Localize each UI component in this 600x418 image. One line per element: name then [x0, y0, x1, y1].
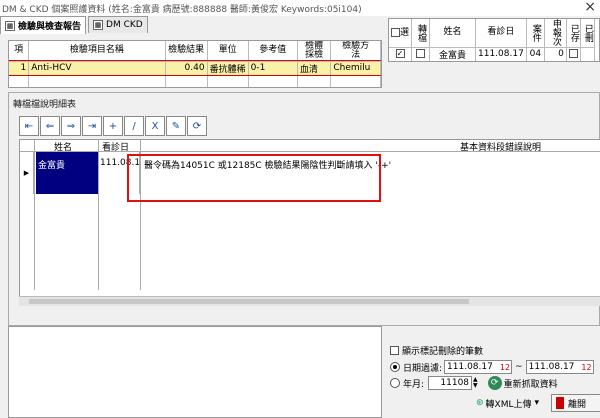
grid-divider: [34, 140, 35, 290]
last-record-icon[interactable]: ⇥: [82, 116, 102, 136]
date-filter-label: 日期過濾:: [403, 363, 443, 374]
tab-strip: ▦ 檢驗與檢查報告 ▦ DM CKD: [0, 16, 150, 34]
col-header: 參考值: [248, 41, 298, 62]
col-header: 案件: [526, 19, 545, 48]
cell-count: 0: [544, 47, 567, 61]
cell-result: 0.40: [165, 61, 208, 76]
year-month-label: 年月:: [403, 379, 425, 390]
col-header: 轉檔: [411, 19, 431, 48]
delete-icon[interactable]: X: [145, 116, 165, 136]
record-navigator: ⇤ ⇐ ⇒ ⇥ + / X ✎ ⟳: [19, 116, 208, 136]
next-record-icon[interactable]: ⇒: [61, 116, 81, 136]
dialog-title: 轉檔檔說明細表: [13, 100, 77, 110]
spinner-icon[interactable]: ▲ ▼: [473, 377, 478, 389]
col-header: 已存: [566, 19, 581, 48]
tab-label: DM CKD: [106, 20, 143, 30]
col-header: 檢驗方 法: [330, 41, 381, 62]
cell-name: 金富貴: [429, 47, 477, 61]
cell-unit: 番抗體稀: [207, 61, 249, 76]
upload-label: 轉XML上傳: [485, 399, 532, 410]
cell-specimen: 血清: [297, 61, 332, 76]
table-row[interactable]: 1 Anti-HCV 0.40 番抗體稀 0-1 血清 Chemilu: [9, 60, 381, 76]
date-from-input[interactable]: 111.08.17 12: [444, 360, 513, 374]
cell-method: Chemilu: [330, 61, 381, 76]
table-row[interactable]: ✓ 金富貴 111.08.17 04 0: [389, 47, 595, 61]
cell-ref: 0-1: [248, 61, 298, 76]
col-header: 看診日: [475, 19, 527, 48]
exit-button[interactable]: 離開: [551, 394, 600, 412]
col-header: 檢驗結果: [165, 41, 208, 62]
saved-checkbox[interactable]: [568, 49, 578, 58]
col-header: 檢體 採檢: [297, 41, 332, 62]
cell-no: 1: [9, 61, 30, 76]
refresh-icon: ⟳: [487, 376, 502, 390]
prev-record-icon[interactable]: ⇐: [40, 116, 60, 136]
scrollbar-thumb[interactable]: [29, 299, 469, 304]
dropdown-icon: ▾: [534, 398, 540, 408]
table-icon: ▦: [93, 20, 104, 30]
col-header: 申報次: [544, 19, 567, 48]
lab-results-grid[interactable]: 項 檢驗項目名稱 檢驗結果 單位 參考值 檢體 採檢 檢驗方 法 1 Anti-…: [8, 40, 382, 88]
upload-xml-button[interactable]: ⊛ 轉XML上傳 ▾: [472, 394, 543, 412]
first-record-icon[interactable]: ⇤: [19, 116, 39, 136]
tab-dm-ckd[interactable]: ▦ DM CKD: [88, 16, 148, 33]
patient-grid[interactable]: 選 轉檔 姓名 看診日 案件 申報次 已存 已刪 ✓ 金富貴 111.08.17…: [388, 18, 600, 62]
exit-label: 離開: [568, 399, 587, 410]
highlight-box: [127, 154, 381, 202]
title-bar: DM & CKD 個案照護資料 (姓名:金富貴 病歷號:888888 醫師:黃俊…: [0, 0, 600, 16]
filter-panel: 顯示標記刪除的筆數 日期過濾: 111.08.17 12 ~ 111.08.17 1…: [384, 330, 600, 418]
col-header: 選: [389, 19, 413, 48]
cell-date: 111.08.17: [475, 47, 527, 61]
refresh-icon[interactable]: ⟳: [187, 116, 207, 136]
tab-label: 檢驗與檢查報告: [18, 22, 82, 32]
select-all-checkbox[interactable]: [391, 27, 400, 37]
year-month-radio[interactable]: [390, 378, 400, 388]
add-icon[interactable]: +: [103, 116, 123, 136]
table-icon: ▦: [5, 20, 15, 31]
cell-name[interactable]: 金富貴: [36, 152, 98, 194]
grid-header: 姓名 看診日 基本資料段錯誤說明: [20, 140, 600, 153]
upload-icon: ⊛: [476, 398, 484, 408]
col-header: 單位: [207, 41, 249, 62]
post-icon[interactable]: ✎: [166, 116, 186, 136]
col-header: 姓名: [429, 19, 477, 48]
conversion-detail-dialog: 轉檔檔說明細表 ⇤ ⇐ ⇒ ⇥ + / X ✎ ⟳ 姓名 看診日 基本資料段錯誤…: [8, 92, 600, 326]
show-deleted-checkbox[interactable]: [390, 346, 399, 355]
calendar-icon[interactable]: 12: [500, 363, 511, 372]
window-title: DM & CKD 個案照護資料 (姓名:金富貴 病歷號:888888 醫師:黃俊…: [2, 4, 362, 15]
row-select-checkbox[interactable]: ✓: [395, 49, 405, 58]
date-filter-radio[interactable]: [390, 362, 400, 372]
edit-icon[interactable]: /: [124, 116, 144, 136]
exit-icon: [556, 397, 565, 409]
col-header: 檢驗項目名稱: [28, 41, 166, 62]
row-convert-checkbox[interactable]: [416, 49, 426, 58]
show-deleted-label: 顯示標記刪除的筆數: [402, 347, 484, 357]
row-indicator-icon: ▶: [20, 152, 34, 194]
cell-name: Anti-HCV: [28, 61, 166, 76]
range-separator: ~: [515, 362, 523, 372]
col-header: 已刪: [580, 19, 595, 48]
calendar-icon[interactable]: 12: [581, 363, 592, 372]
cell-case: 04: [526, 47, 545, 61]
table-row[interactable]: [9, 75, 381, 87]
tab-lab-reports[interactable]: ▦ 檢驗與檢查報告: [0, 16, 87, 34]
lower-left-panel: [8, 326, 382, 418]
close-icon[interactable]: ×: [584, 0, 596, 14]
col-header: 項: [9, 41, 30, 62]
refresh-label: 重新抓取資料: [503, 379, 558, 390]
refresh-data-button[interactable]: ⟳ 重新抓取資料: [487, 376, 558, 390]
date-to-input[interactable]: 111.08.17 12: [525, 360, 594, 374]
horizontal-scrollbar[interactable]: [19, 296, 600, 306]
year-month-input[interactable]: 11108: [428, 376, 473, 390]
